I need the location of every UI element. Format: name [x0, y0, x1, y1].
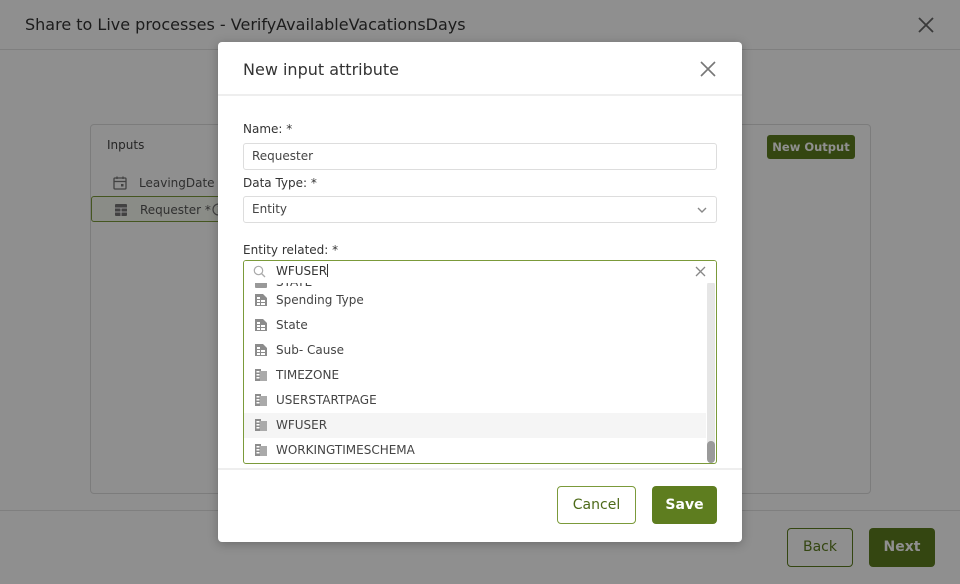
modal-title: New input attribute: [243, 60, 400, 79]
entity-related-label: Entity related: *: [243, 243, 339, 257]
data-type-label: Data Type: *: [243, 176, 317, 190]
clear-icon[interactable]: [695, 266, 706, 277]
entity-search-row: WFUSER: [244, 261, 716, 283]
entity-search-input[interactable]: WFUSER: [276, 264, 329, 278]
close-icon[interactable]: [700, 61, 716, 77]
chevron-down-icon: [697, 207, 707, 213]
entity-icon: [255, 319, 267, 331]
dropdown-scrollbar[interactable]: [707, 281, 715, 463]
list-item[interactable]: USERSTARTPAGE: [244, 388, 706, 413]
search-icon: [253, 265, 266, 278]
list-item[interactable]: WORKINGTIMESCHEMA: [244, 438, 706, 463]
list-item[interactable]: TIMEZONE: [244, 363, 706, 388]
list-item[interactable]: State: [244, 313, 706, 338]
system-entity-icon: [255, 369, 267, 381]
data-type-select[interactable]: Entity: [243, 196, 717, 223]
text-caret: [327, 264, 329, 277]
modal-header: New input attribute: [218, 42, 742, 96]
entity-related-dropdown[interactable]: STATE Spending Type State Sub- Cause TIM…: [243, 260, 717, 464]
entity-icon: [255, 294, 267, 306]
data-type-value: Entity: [252, 202, 288, 216]
system-entity-icon: [255, 394, 267, 406]
list-item[interactable]: Spending Type: [244, 288, 706, 313]
name-field[interactable]: Requester: [243, 143, 717, 170]
save-button[interactable]: Save: [652, 486, 717, 524]
modal-footer-divider: [218, 468, 742, 470]
system-entity-icon: [255, 444, 267, 456]
scrollbar-thumb[interactable]: [707, 441, 715, 463]
entity-icon: [255, 344, 267, 356]
system-entity-icon: [255, 419, 267, 431]
name-label: Name: *: [243, 122, 293, 136]
list-item[interactable]: WFUSER: [244, 413, 706, 438]
list-item[interactable]: Sub- Cause: [244, 338, 706, 363]
new-input-attribute-dialog: New input attribute Name: * Requester Da…: [218, 42, 742, 542]
cancel-button[interactable]: Cancel: [557, 486, 636, 524]
